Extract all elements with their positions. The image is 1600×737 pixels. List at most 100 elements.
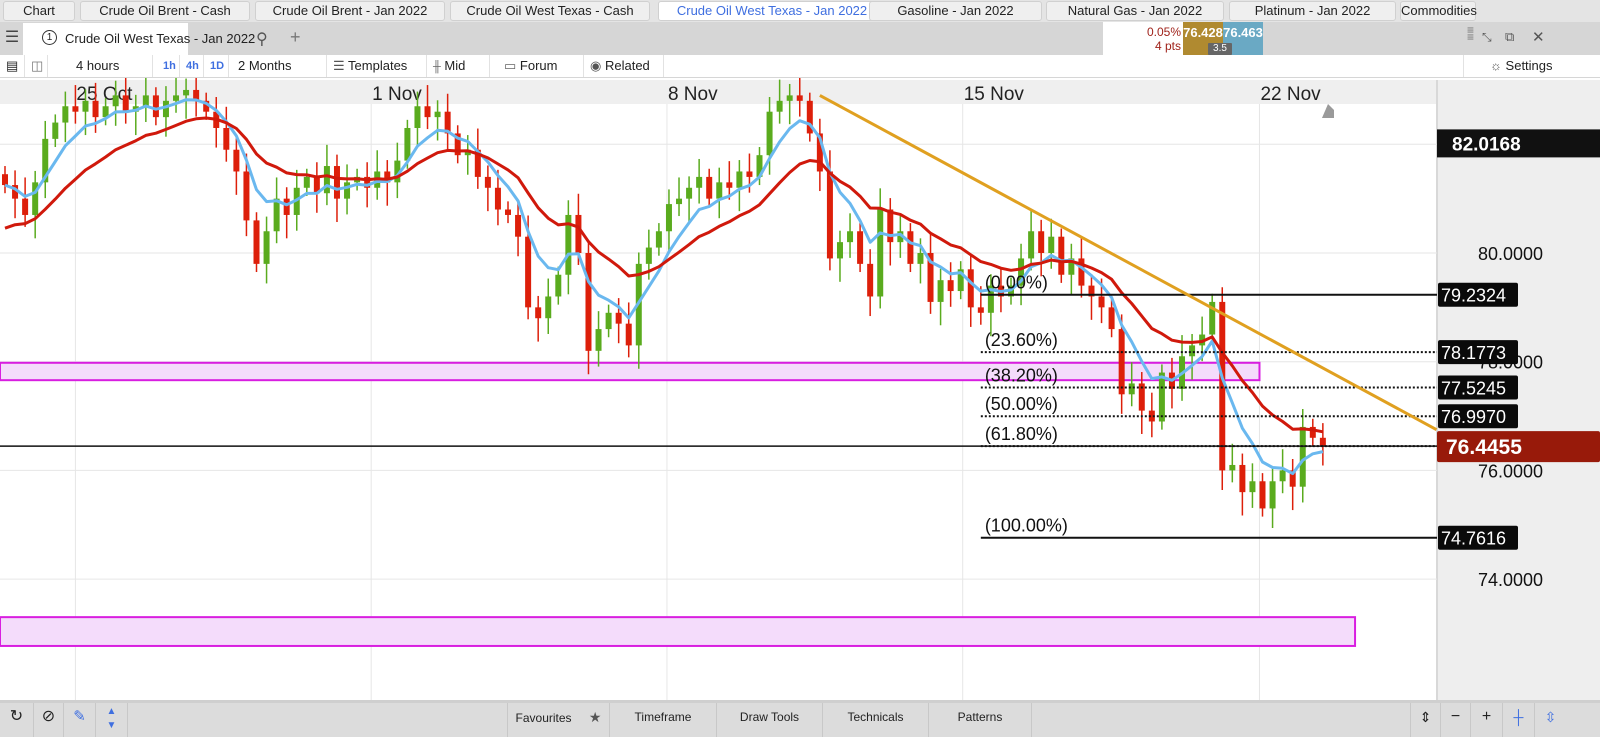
candle-body [273,198,280,232]
candle-body [1229,464,1236,471]
tab-crude-oil-wti-jan-2022[interactable]: Crude Oil West Texas - Jan 2022 [658,1,886,21]
price-type-button[interactable]: ╫ Mid [427,55,490,77]
drag-handle-icon[interactable]: ≡ ≡ [1467,24,1474,43]
candle-body [706,176,713,199]
zoom-out-button[interactable]: − [1440,703,1470,737]
fib-price-tag-label: 78.1773 [1441,343,1506,363]
candle-body [1279,470,1286,482]
tab-natural-gas-jan-2022[interactable]: Natural Gas - Jan 2022 [1046,1,1224,21]
change-percent: 0.05% [1146,25,1181,39]
timeframe-button[interactable]: Timeframe [609,703,716,737]
candle-body [1319,437,1326,446]
date-tick-label: 15 Nov [964,84,1025,105]
candle-body [1028,231,1035,259]
candle-body [223,127,230,150]
fib-price-tag-label: 76.9970 [1441,407,1506,427]
interval-selector[interactable]: 4 hours [48,55,153,77]
draw-tools-button[interactable]: Draw Tools [716,703,822,737]
candle [253,212,260,273]
add-chart-button[interactable]: + [290,27,301,48]
tab-gasoline-jan-2022[interactable]: Gasoline - Jan 2022 [869,1,1042,21]
candle-body [605,312,612,330]
candle-body [977,307,984,313]
refresh-icon[interactable]: ↻ [0,703,33,737]
up-down-arrows-icon[interactable]: ▲ ▼ [95,703,127,737]
layout-icon[interactable]: ◫ [25,55,48,77]
instrument-selector[interactable]: 1 Crude Oil West Texas - Jan 2022 ⚲ [23,23,268,55]
candle-body [112,95,119,107]
tab-crude-oil-wti-cash[interactable]: Crude Oil West Texas - Cash [450,1,650,21]
candle-body [625,323,632,346]
favourites-button[interactable]: Favourites ★ [507,703,609,737]
candle-body [404,127,411,161]
interval-1d-button[interactable]: 1D [205,55,229,77]
menu-icon[interactable]: ☰ [4,29,20,47]
candle-body [1098,296,1105,308]
candle-body [424,106,431,118]
candle-body [696,176,703,188]
forum-button[interactable]: ▭ Forum [490,55,584,77]
settings-button[interactable]: ☼ Settings [1463,55,1600,77]
pencil-icon[interactable]: ✎ [63,703,95,737]
interval-4h-button[interactable]: 4h [181,55,204,77]
candle-body [1249,481,1256,493]
fit-icon[interactable]: ⇕ [1410,703,1440,737]
date-tick-label: 1 Nov [372,84,422,105]
tab-platinum-jan-2022[interactable]: Platinum - Jan 2022 [1229,1,1396,21]
candle-body [1108,307,1115,330]
templates-button[interactable]: ☰ Templates [327,55,427,77]
sliders-icon: ☰ [333,58,345,73]
fib-level-label: (50.00%) [985,394,1058,414]
candle-body [826,171,833,259]
tab-chart[interactable]: Chart [3,1,75,21]
candle-body [1118,329,1125,395]
candle-body [545,296,552,319]
interval-1h-button[interactable]: 1h [158,55,180,77]
candle-body [736,171,743,188]
chart-number-badge: 1 [42,30,57,45]
search-icon[interactable]: ⚲ [256,29,268,49]
technicals-button[interactable]: Technicals [822,703,928,737]
candle-body [615,312,622,324]
crosshair-icon[interactable]: ┼ [1502,703,1534,737]
candle-body [776,100,783,112]
expand-vertical-icon[interactable]: ⇳ [1534,703,1566,737]
list-icon[interactable]: ▤ [0,55,25,77]
related-button[interactable]: ◉ Related [584,55,664,77]
candle [1219,287,1226,490]
tab-commodities[interactable]: Commodities [1400,1,1477,21]
candle-body [676,198,683,205]
candle-body [92,100,99,118]
tab-crude-oil-brent-cash[interactable]: Crude Oil Brent - Cash [80,1,250,21]
candle-body [746,171,753,177]
candle-body [333,166,340,199]
candle-body [243,171,250,221]
candle-body [907,231,914,264]
minimize-icon[interactable]: ⤡ [1482,30,1492,45]
bottom-toolbar: ↻ ⊘ ✎ ▲ ▼ Favourites ★ Timeframe Draw Too… [0,700,1600,737]
candle-body [22,198,29,215]
date-tick-label: 8 Nov [668,84,718,105]
patterns-button[interactable]: Patterns [928,703,1032,737]
instrument-name: Crude Oil West Texas - Jan 2022 [65,31,256,46]
tab-crude-oil-brent-jan-2022[interactable]: Crude Oil Brent - Jan 2022 [255,1,445,21]
support-zone [0,616,1357,647]
price-chart[interactable]: 25 Oct1 Nov8 Nov15 Nov22 Nov 80.000078.0… [0,72,1600,700]
zoom-in-button[interactable]: + [1470,703,1502,737]
candle-body [967,269,974,308]
range-selector[interactable]: 2 Months [229,55,327,77]
support-zone [0,361,1261,382]
close-icon[interactable]: ✕ [1532,28,1545,46]
popout-icon[interactable]: ⧉ [1505,29,1514,45]
candle-body [716,182,723,199]
fib-price-tag-label: 74.7616 [1441,529,1506,549]
candle-body [887,209,894,243]
candle-body [344,182,351,199]
no-draw-icon[interactable]: ⊘ [33,703,63,737]
candle-body [253,220,260,264]
instrument-tab-bar: Chart Crude Oil Brent - Cash Crude Oil B… [0,0,1600,22]
chart-canvas[interactable]: 25 Oct1 Nov8 Nov15 Nov22 Nov 80.000078.0… [0,72,1600,700]
price-tick-label: 76.0000 [1478,461,1543,481]
related-label: Related [604,58,650,73]
star-icon: ★ [588,709,602,725]
